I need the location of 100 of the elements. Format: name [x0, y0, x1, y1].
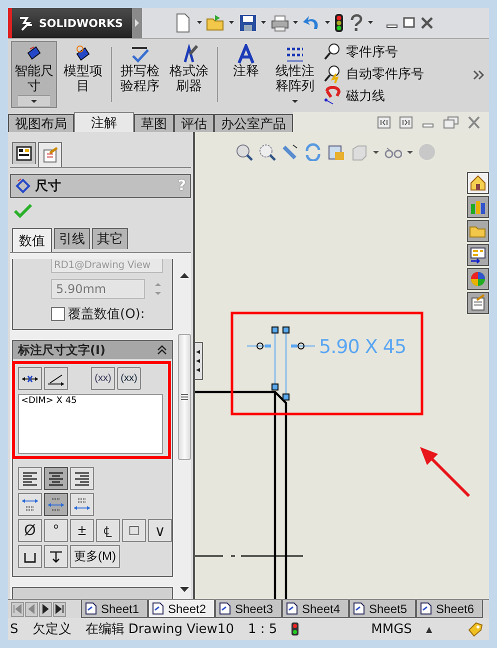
- view-orientation-icon[interactable]: [327, 143, 345, 161]
- sheet-tab[interactable]: Sheet4: [282, 600, 349, 618]
- caret-icon[interactable]: [325, 21, 331, 25]
- sheet-tab[interactable]: Sheet3: [215, 600, 282, 618]
- ribbon-button[interactable]: 注释: [223, 41, 269, 108]
- ribbon-item[interactable]: 磁力线: [323, 86, 424, 106]
- symbol-button[interactable]: [44, 545, 68, 568]
- caret-icon[interactable]: [292, 100, 298, 102]
- tab[interactable]: 评估: [174, 114, 214, 132]
- align-button[interactable]: [44, 467, 68, 490]
- align-button[interactable]: [18, 467, 42, 490]
- chevron-icon[interactable]: [473, 70, 485, 80]
- close-icon[interactable]: [419, 16, 435, 30]
- task-pane-tab[interactable]: [467, 292, 489, 314]
- collapse-icon[interactable]: [157, 345, 167, 355]
- ribbon-button[interactable]: 拼写检验程序: [117, 41, 163, 108]
- dimension-arrows-icon: [21, 374, 39, 384]
- sheet-tab[interactable]: Sheet2: [148, 600, 215, 618]
- drag-handles[interactable]: [272, 326, 290, 400]
- zoom-fit-icon[interactable]: [235, 143, 253, 161]
- symbol-button[interactable]: [18, 545, 42, 568]
- sheet-tab[interactable]: Sheet6: [416, 600, 483, 618]
- symbol-button[interactable]: °: [44, 519, 68, 542]
- tile-right-icon[interactable]: [399, 116, 413, 128]
- tab[interactable]: 办公室产品: [214, 114, 293, 132]
- ribbon-item[interactable]: 零件序号: [323, 42, 424, 62]
- maximize-icon[interactable]: [402, 16, 416, 30]
- feature-tree-icon: [16, 146, 32, 162]
- scroll-up-icon[interactable]: [180, 273, 189, 279]
- caret-icon[interactable]: [261, 21, 267, 25]
- color-ball-icon: [469, 270, 487, 288]
- more-button[interactable]: 更多(M): [70, 545, 120, 568]
- symbol-button[interactable]: ±: [70, 519, 94, 542]
- placement-button[interactable]: [18, 493, 42, 516]
- tab[interactable]: 注解: [74, 112, 134, 132]
- letter-icon: [236, 44, 256, 64]
- tile-left-icon[interactable]: [377, 116, 391, 128]
- symbol-button[interactable]: Ø: [18, 519, 42, 542]
- tab[interactable]: 其它: [92, 228, 128, 249]
- task-pane-tab[interactable]: [467, 244, 489, 266]
- toolbar-button[interactable]: (xx): [117, 367, 141, 390]
- panel-tab[interactable]: [12, 142, 36, 164]
- save-icon[interactable]: [238, 13, 258, 33]
- caret-icon[interactable]: [407, 150, 413, 154]
- ribbon-item[interactable]: 自动零件序号: [323, 64, 424, 84]
- close-icon[interactable]: [467, 116, 481, 128]
- tab[interactable]: 引线: [54, 228, 90, 249]
- symbol-button[interactable]: □: [122, 519, 146, 542]
- angled-leader-icon: [47, 372, 65, 386]
- placement-button[interactable]: [70, 493, 94, 516]
- caret-icon[interactable]: [373, 150, 379, 154]
- traffic-light-icon[interactable]: [334, 13, 344, 33]
- sheet-nav-button[interactable]: [53, 602, 66, 616]
- printer-icon[interactable]: [270, 13, 290, 33]
- caret-icon[interactable]: [31, 100, 37, 102]
- ribbon-button[interactable]: 模型项目: [60, 41, 106, 108]
- caret-icon[interactable]: [368, 21, 374, 25]
- sheet-nav-button[interactable]: [39, 602, 52, 616]
- value-field[interactable]: 5.90mm: [51, 279, 145, 299]
- tab[interactable]: 数值: [12, 228, 52, 252]
- text-inline-icon: [47, 496, 65, 513]
- ribbon-button[interactable]: 智能尺寸: [11, 41, 57, 108]
- balloon-icon: [323, 42, 341, 62]
- toolbar-button[interactable]: (xx): [91, 367, 115, 390]
- ribbon-button[interactable]: 格式涂刷器: [166, 41, 212, 108]
- align-button[interactable]: [70, 467, 94, 490]
- symbol-button[interactable]: ∨: [148, 519, 172, 542]
- checkbox[interactable]: [51, 307, 65, 321]
- app-logo-text: SOLIDWORKS: [39, 16, 123, 30]
- restore-icon[interactable]: [443, 116, 459, 128]
- traffic-light-icon[interactable]: [291, 622, 300, 636]
- caret-icon[interactable]: [293, 21, 299, 25]
- ribbon-button[interactable]: 线性注释阵列: [272, 41, 318, 108]
- toolbar-button[interactable]: [44, 367, 68, 390]
- grip-icon[interactable]: [181, 394, 188, 400]
- view-palette-icon: [469, 246, 487, 264]
- status-text: 在编辑 Drawing View10: [85, 621, 234, 638]
- text-field[interactable]: <DIM> X 45: [18, 394, 163, 454]
- zoom-area-icon[interactable]: [258, 143, 276, 161]
- units-menu-button[interactable]: ▲: [426, 624, 432, 634]
- sheet-icon: [85, 602, 97, 615]
- units-text[interactable]: MMGS: [371, 622, 412, 636]
- align-left-icon: [21, 470, 39, 488]
- sheet-tab[interactable]: Sheet1: [81, 600, 148, 618]
- task-pane-tab[interactable]: [467, 172, 489, 194]
- panel-collapse-handle[interactable]: [195, 342, 203, 380]
- symbol-button[interactable]: ℄: [96, 519, 120, 542]
- custom-properties-icon: [469, 294, 487, 312]
- caret-icon[interactable]: [197, 21, 203, 25]
- scroll-down-icon[interactable]: [180, 587, 189, 593]
- status-text: S: [10, 622, 18, 636]
- sheet-tab[interactable]: Sheet5: [349, 600, 416, 618]
- tab[interactable]: 草图: [134, 114, 174, 132]
- spell-check-icon: [130, 44, 150, 64]
- tag-icon[interactable]: [467, 621, 483, 637]
- checkmark-icon[interactable]: [14, 204, 32, 218]
- next-icon: [40, 604, 51, 614]
- toolbar-button[interactable]: [18, 367, 42, 390]
- tab[interactable]: 视图布局: [8, 114, 74, 132]
- caret-icon[interactable]: [229, 21, 235, 25]
